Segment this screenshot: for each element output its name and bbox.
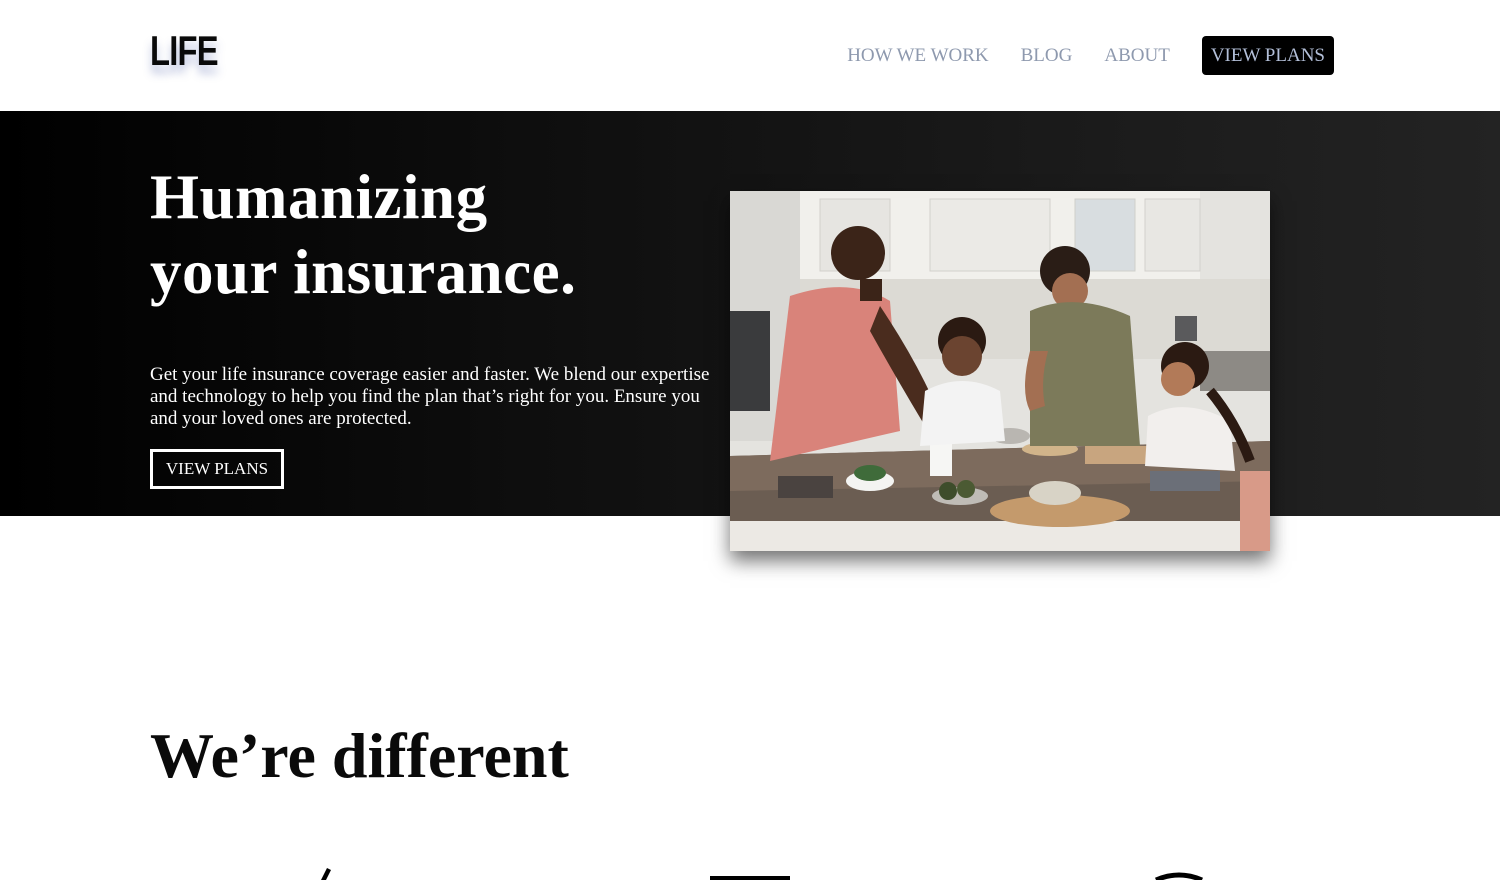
- logo[interactable]: LIFE: [150, 30, 219, 72]
- nav-link-about[interactable]: ABOUT: [1104, 46, 1169, 65]
- feature-icon-3: [1155, 872, 1203, 880]
- site-header: LIFE HOW WE WORK BLOG ABOUT VIEW PLANS: [0, 0, 1500, 111]
- view-plans-nav-button[interactable]: VIEW PLANS: [1201, 36, 1334, 75]
- main-nav: HOW WE WORK BLOG ABOUT VIEW PLANS: [847, 36, 1334, 75]
- hero-title-line-2: your insurance.: [150, 237, 577, 307]
- section-title: We’re different: [150, 720, 569, 791]
- feature-icon-1: [321, 868, 331, 880]
- feature-icon-2: [710, 876, 790, 880]
- hero-description: Get your life insurance coverage easier …: [150, 364, 710, 429]
- hero-title-line-1: Humanizing: [150, 162, 488, 232]
- hero-family-photo: [730, 191, 1270, 551]
- hero-title: Humanizing your insurance.: [150, 160, 576, 310]
- nav-link-how-we-work[interactable]: HOW WE WORK: [847, 46, 988, 65]
- view-plans-hero-button[interactable]: VIEW PLANS: [150, 449, 284, 489]
- nav-link-blog[interactable]: BLOG: [1021, 46, 1073, 65]
